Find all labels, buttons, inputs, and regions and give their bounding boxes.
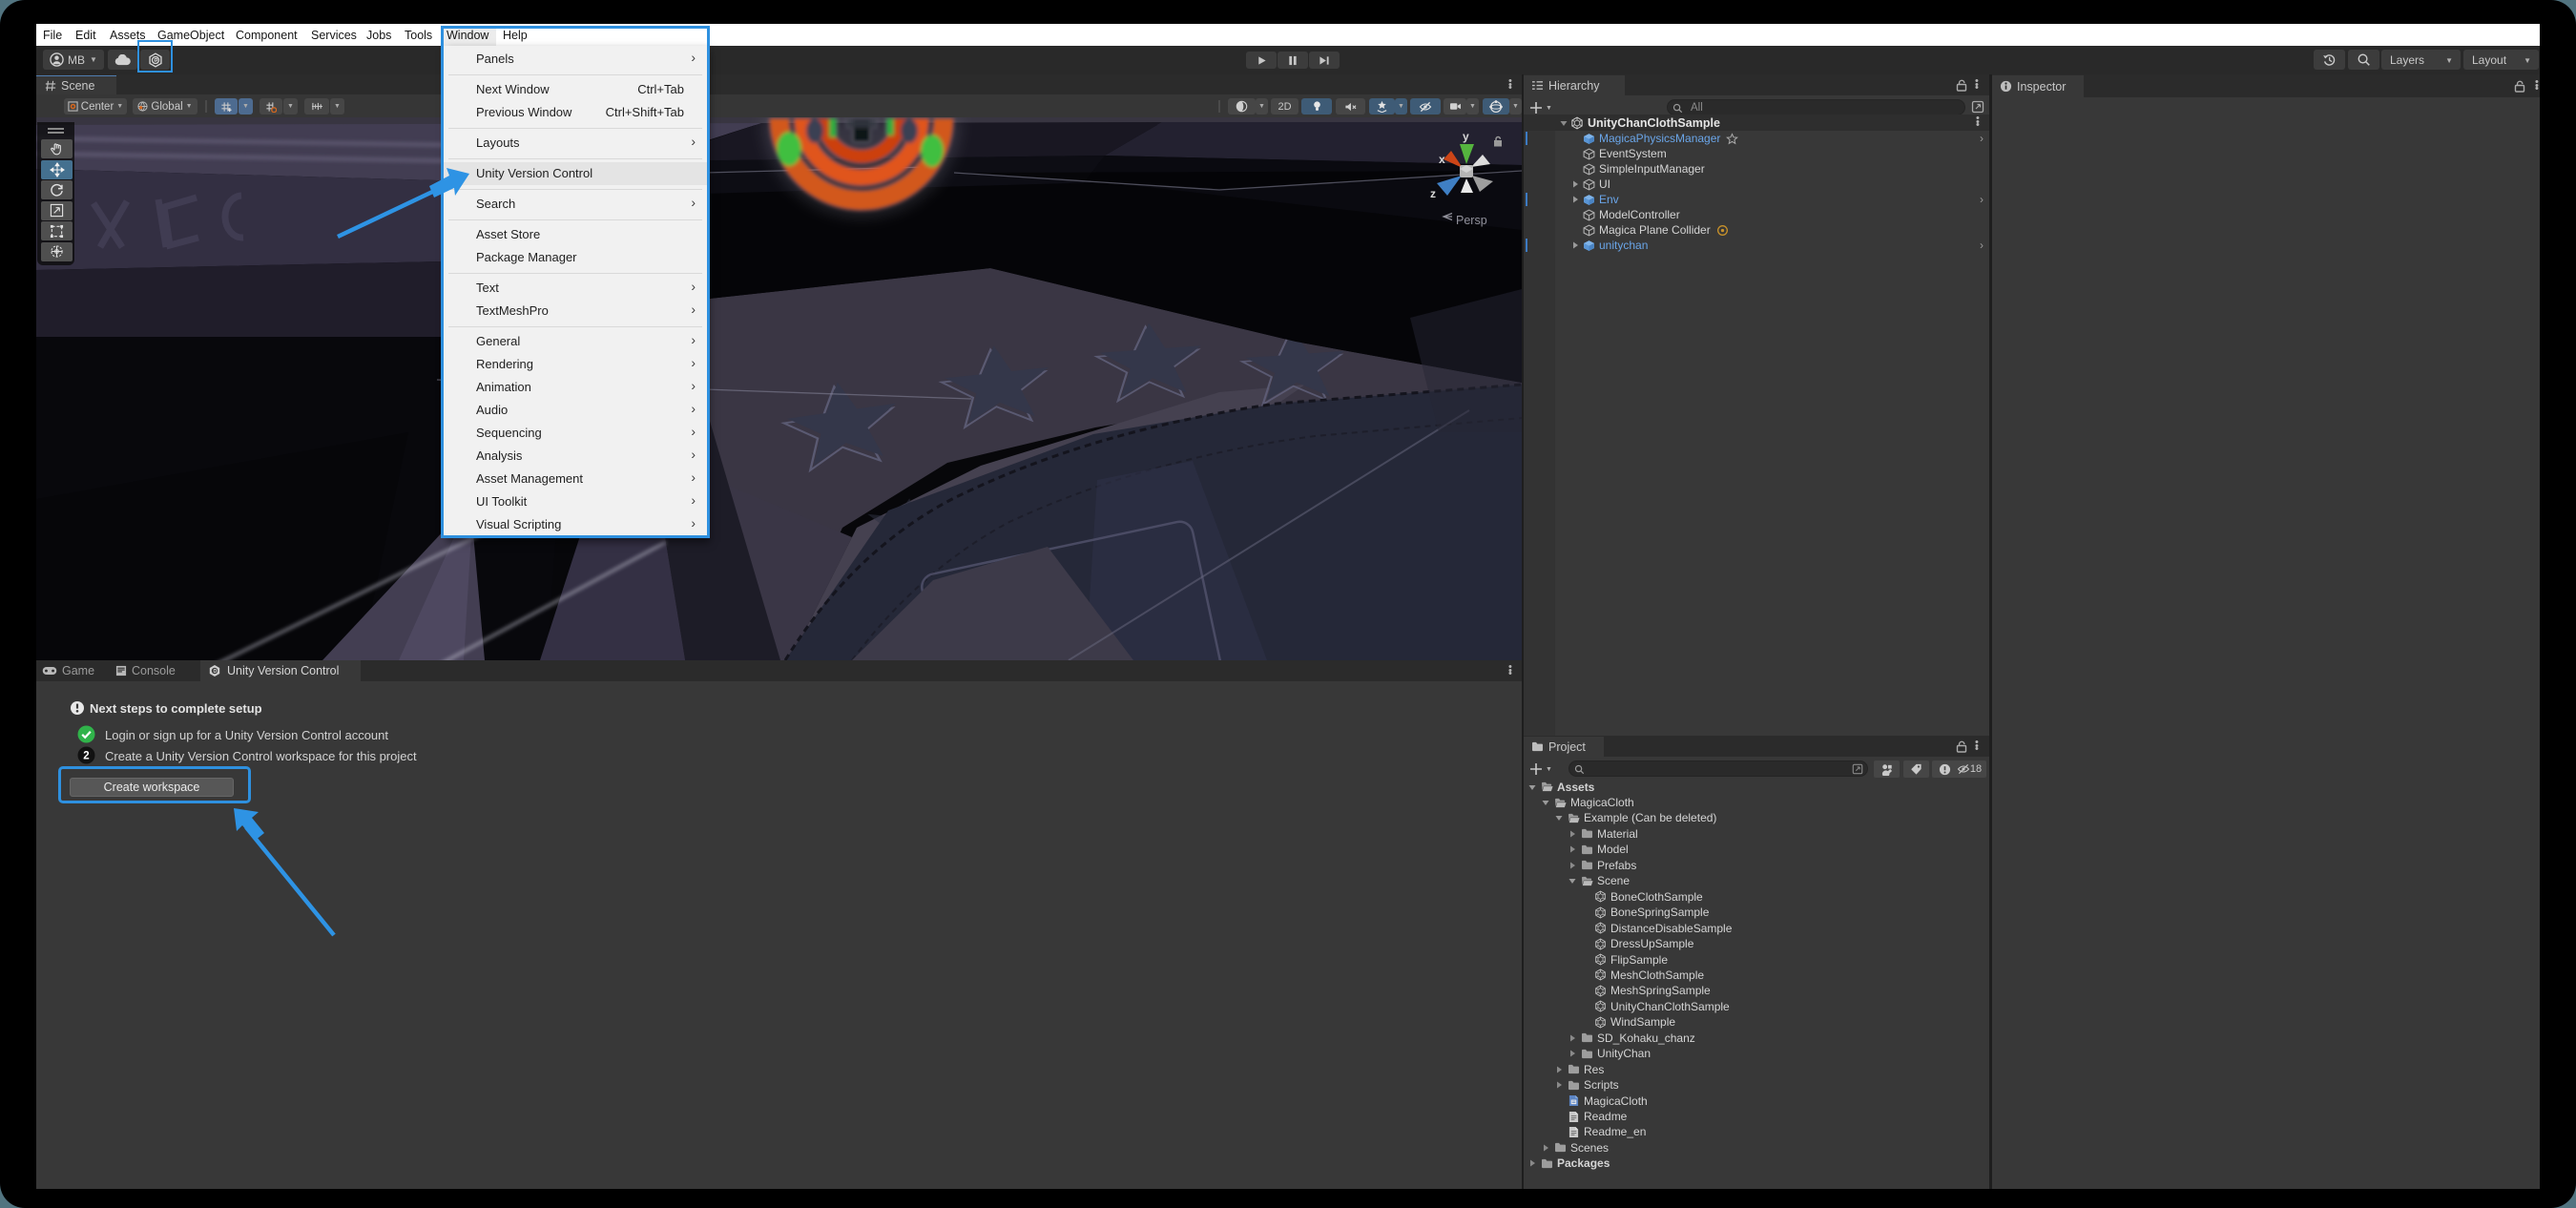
svg-text:Persp: Persp — [1456, 214, 1487, 227]
svg-text:y: y — [1463, 130, 1469, 143]
svg-text:z: z — [1430, 187, 1436, 200]
svg-text:x: x — [1439, 153, 1445, 166]
svg-text:2: 2 — [83, 751, 89, 762]
